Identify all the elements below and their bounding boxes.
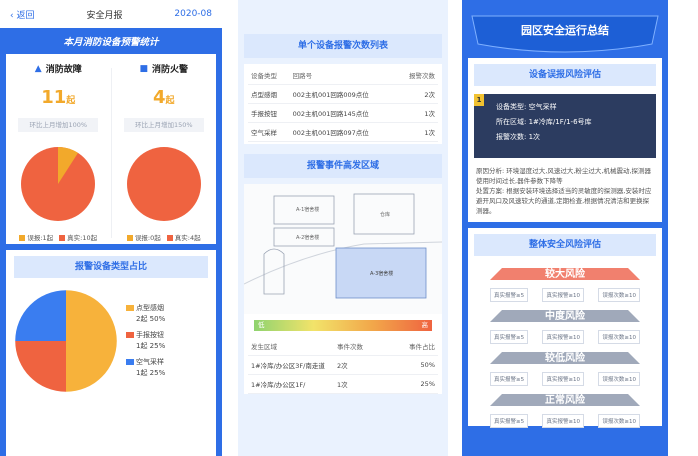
map-label-a1: A-1宿舍楼 [296, 207, 320, 213]
fault-count: 11 [41, 87, 67, 108]
alarm-legend-real: 真实:4起 [166, 232, 201, 242]
risk-chip: 真实报警≥5 [490, 414, 529, 428]
legend-button: 手报按钮 1起 25% [126, 330, 165, 352]
risk-chip: 误报次数≥10 [598, 414, 640, 428]
device-type-pie [15, 290, 117, 392]
risk-level-4[interactable]: 正常风险 [490, 392, 640, 414]
heat-gradient-bar: 低 高 [254, 320, 432, 331]
alarm-stats-card: ▲ 消防故障 11起 环比上月增加100% 误报:1起 真实:10起 ■ 消防火警 … [6, 54, 216, 244]
device-info-box: 1 设备类型: 空气采样 所在区域: 1#冷库/1F/1-6号库 报警次数: 1… [474, 94, 656, 158]
summary-banner: 园区安全运行总结 [462, 10, 668, 58]
risk-chip: 误报次数≥10 [598, 372, 640, 386]
fault-stat: ▲ 消防故障 11起 环比上月增加100% 误报:1起 真实:10起 [6, 54, 111, 242]
alarm-count: 4 [152, 87, 166, 108]
risk-level-label: 中度风险 [545, 311, 585, 322]
false-alarm-title: 设备误报风险评估 [474, 64, 656, 86]
table-header: 发生区域 事件次数 事件占比 [248, 337, 438, 356]
heat-high-label: 高 [421, 321, 429, 329]
overall-risk-card: 整体安全风险评估 较大风险 真实报警≥5 真实报警≥10 误报次数≥10 中度风险 真实报… [468, 228, 662, 428]
month-selector[interactable]: 2020-08 [174, 9, 212, 19]
risk-level-1[interactable]: 较大风险 [490, 266, 640, 288]
pie-slice-smoke [66, 290, 117, 392]
back-button[interactable]: ‹ 返回 [10, 8, 35, 21]
map-label-a3: A-3宿舍楼 [370, 271, 394, 277]
overall-risk-title: 整体安全风险评估 [474, 234, 656, 256]
analysis-text: 原因分析: 环境湿度过大,风速过大,粉尘过大,机械震动,探测器使用时间过长,器件… [476, 167, 652, 215]
chevron-left-icon: ‹ [10, 10, 14, 21]
site-map-drawing [243, 184, 443, 314]
table-row[interactable]: 手报按钮 002主机001回路145点位 1次 [248, 103, 438, 123]
alarm-unit: 起 [165, 96, 175, 106]
risk-level-label: 较大风险 [545, 269, 585, 280]
map-label-a2: A-2宿舍楼 [296, 235, 320, 241]
rank-badge: 1 [474, 94, 484, 106]
info-count: 报警次数: 1次 [496, 133, 541, 141]
page-title: 安全月报 [86, 10, 123, 21]
monthly-report-panel: ‹ 返回 安全月报 2020-08 本月消防设备预警统计 ▲ 消防故障 11起 环… [0, 0, 222, 456]
site-map[interactable]: A-1宿舍楼 A-2宿舍楼 仓库 A-3宿舍楼 [243, 184, 443, 314]
pie-slice-air [15, 290, 66, 341]
back-label: 返回 [16, 10, 35, 21]
device-alarm-table: 设备类型 回路号 报警次数 点型感烟 002主机001回路009点位 2次 手报按钮 00… [244, 64, 442, 144]
alarm-details-panel: 单个设备报警次数列表 设备类型 回路号 报警次数 点型感烟 002主机001回路009… [238, 0, 448, 456]
alarm-pie-chart [126, 147, 201, 221]
risk-chip: 真实报警≥10 [542, 330, 585, 344]
heat-scale: 低 高 [244, 314, 442, 337]
risk-level-3[interactable]: 较低风险 [490, 350, 640, 372]
risk-chip-row: 真实报警≥5 真实报警≥10 误报次数≥10 [490, 414, 640, 428]
fault-legend-real: 真实:10起 [59, 232, 97, 242]
alarm-pie-real [126, 147, 201, 221]
risk-chip: 误报次数≥10 [598, 330, 640, 344]
heat-low-label: 低 [258, 321, 265, 329]
risk-level-2[interactable]: 中度风险 [490, 308, 640, 330]
risk-chip: 真实报警≥5 [490, 330, 529, 344]
summary-panel: 园区安全运行总结 设备误报风险评估 1 设备类型: 空气采样 所在区域: 1#冷… [462, 0, 668, 456]
area-event-table: 发生区域 事件次数 事件占比 1#冷库/办公区3F/南走道 2次 50% 1#冷库/办公… [244, 337, 442, 394]
fault-legend-false: 误报:1起 [19, 232, 53, 242]
risk-level-label: 较低风险 [545, 353, 585, 364]
false-alarm-card: 设备误报风险评估 1 设备类型: 空气采样 所在区域: 1#冷库/1F/1-6号… [468, 58, 662, 222]
risk-chip: 误报次数≥10 [598, 288, 640, 302]
device-list-title: 单个设备报警次数列表 [244, 34, 442, 58]
fire-equipment-banner: 本月消防设备预警统计 [63, 37, 159, 48]
risk-chip-row: 真实报警≥5 真实报警≥10 误报次数≥10 [490, 288, 640, 302]
pie-slice-button [15, 341, 66, 392]
alarm-title: 消防火警 [152, 65, 189, 75]
risk-chip: 真实报警≥10 [542, 414, 585, 428]
table-row[interactable]: 空气采样 002主机001回路097点位 1次 [248, 122, 438, 142]
summary-title: 园区安全运行总结 [521, 24, 609, 37]
fault-pie-chart [21, 147, 96, 221]
legend-smoke: 点型感烟 2起 50% [126, 303, 165, 325]
fault-compare: 环比上月增加100% [18, 118, 99, 132]
info-area: 所在区域: 1#冷库/1F/1-6号库 [496, 118, 592, 126]
device-type-title: 报警设备类型占比 [14, 256, 208, 278]
alarm-icon: ■ [139, 63, 148, 74]
table-row[interactable]: 1#冷库/办公区3F/南走道 2次 50% [248, 355, 438, 375]
risk-chip: 真实报警≥5 [490, 288, 529, 302]
info-device-type: 设备类型: 空气采样 [496, 103, 557, 111]
risk-chip: 真实报警≥5 [490, 372, 529, 386]
table-header: 设备类型 回路号 报警次数 [248, 66, 438, 85]
fault-icon: ▲ [34, 63, 42, 74]
risk-chip-row: 真实报警≥5 真实报警≥10 误报次数≥10 [490, 372, 640, 386]
alarm-legend-false: 误报:0起 [126, 232, 161, 242]
risk-chip: 真实报警≥10 [542, 372, 585, 386]
fault-title: 消防故障 [45, 65, 82, 75]
legend-air: 空气采样 1起 25% [126, 357, 165, 379]
table-row[interactable]: 1#冷库/办公区1F/1次 25% [248, 374, 438, 394]
alarm-compare: 环比上月增加150% [123, 118, 204, 132]
hotspot-title: 报警事件高发区域 [244, 154, 442, 178]
table-row[interactable]: 点型感烟 002主机001回路009点位 2次 [248, 84, 438, 104]
risk-level-label: 正常风险 [545, 395, 585, 406]
map-label-b: 仓库 [380, 212, 391, 218]
risk-chip: 真实报警≥10 [542, 288, 585, 302]
fault-unit: 起 [66, 96, 76, 106]
device-type-card: 报警设备类型占比 点型感烟 2起 50% 手报按钮 1起 25% 空气采样 1起 25… [6, 250, 216, 456]
alarm-stat: ■ 消防火警 4起 环比上月增加150% 误报:0起 真实:4起 [112, 54, 217, 242]
nav-bar: ‹ 返回 安全月报 2020-08 [0, 0, 222, 28]
risk-chip-row: 真实报警≥5 真实报警≥10 误报次数≥10 [490, 330, 640, 344]
